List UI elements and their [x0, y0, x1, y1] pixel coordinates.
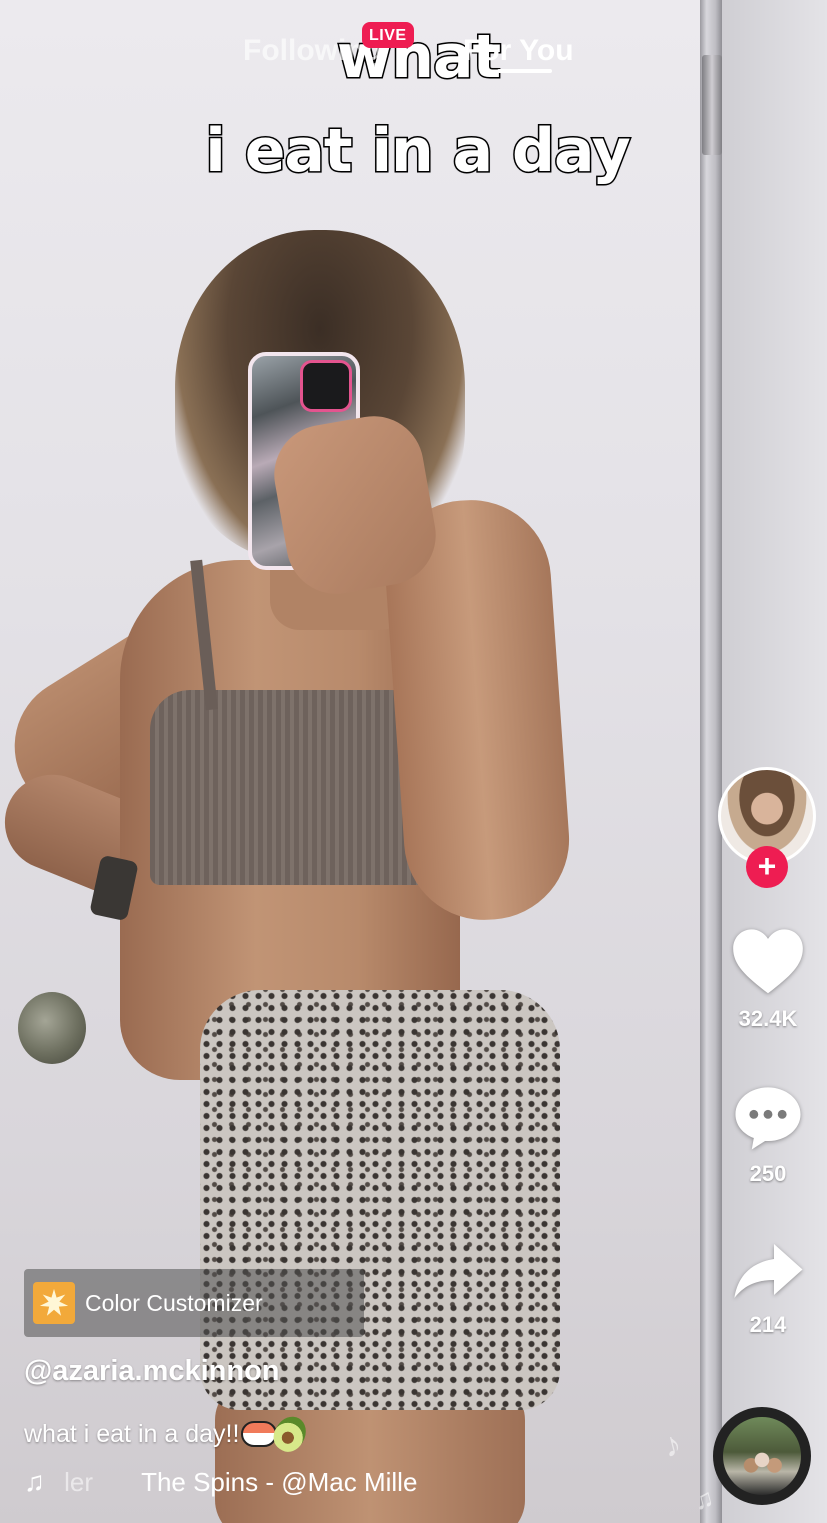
follow-button[interactable]: + — [746, 846, 788, 888]
music-marquee: ler The Spins - @Mac Mille — [56, 1467, 444, 1498]
music-title: The Spins - @Mac Mille — [141, 1466, 418, 1497]
video-overlay-text: i eat in a day — [204, 115, 632, 188]
like-count: 32.4K — [738, 1006, 798, 1031]
music-disc-icon[interactable] — [713, 1407, 811, 1505]
live-badge[interactable]: LIVE — [362, 22, 414, 48]
effect-label: Color Customizer — [85, 1289, 263, 1316]
effect-icon — [33, 1282, 75, 1324]
comment-count: 250 — [749, 1161, 787, 1186]
caption-text: what i eat in a day!! — [24, 1419, 240, 1448]
share-icon — [734, 1244, 803, 1298]
top-nav: Following LIVE For You — [0, 16, 827, 86]
tab-for-you[interactable]: For You — [463, 34, 574, 68]
door-knob — [18, 992, 86, 1064]
sushi-emoji — [241, 1421, 278, 1447]
music-text-trailing: ler — [64, 1466, 94, 1497]
share-button[interactable]: 214 — [718, 1240, 818, 1338]
creator-username[interactable]: @azaria.mckinnon — [24, 1355, 280, 1388]
crop-top — [150, 690, 435, 885]
share-count: 214 — [749, 1312, 787, 1337]
comment-icon — [735, 1087, 801, 1150]
leopard-shorts — [200, 990, 560, 1410]
comment-button[interactable]: 250 — [718, 1083, 818, 1187]
heart-icon — [733, 929, 803, 994]
music-info[interactable]: ♫ ler The Spins - @Mac Mille — [24, 1464, 444, 1500]
music-note-icon: ♫ — [24, 1466, 45, 1497]
like-button[interactable]: 32.4K — [718, 926, 818, 1032]
active-tab-indicator — [497, 69, 552, 73]
video-caption[interactable]: what i eat in a day!! — [24, 1410, 313, 1458]
effect-chip[interactable]: Color Customizer — [24, 1269, 364, 1337]
phone-camera — [300, 360, 352, 412]
